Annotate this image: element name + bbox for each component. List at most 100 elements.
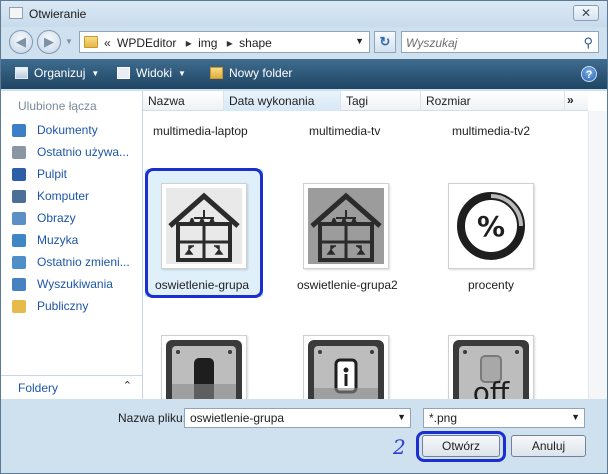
sidebar-item-documents[interactable]: Dokumenty <box>11 121 139 141</box>
folders-label: Foldery <box>18 381 59 395</box>
views-button[interactable]: Widoki ▼ <box>117 66 186 80</box>
file-item-procenty[interactable]: % <box>448 183 534 269</box>
forward-button[interactable]: ▶ <box>37 30 61 54</box>
column-header-tags[interactable]: Tagi <box>341 91 421 111</box>
new-folder-icon <box>210 67 223 79</box>
chevron-down-icon: ▼ <box>91 69 100 78</box>
sidebar-item-label: Publiczny <box>37 299 89 313</box>
views-label: Widoki <box>136 66 173 80</box>
address-bar[interactable]: « WPDEditor ▸ img ▸ shape ▼ <box>79 31 370 53</box>
new-folder-label: Nowy folder <box>229 66 293 80</box>
file-item-label[interactable]: multimedia-tv <box>309 124 380 138</box>
organize-button[interactable]: Organizuj ▼ <box>15 66 99 80</box>
filetype-value: *.png <box>429 411 458 425</box>
breadcrumb-overflow[interactable]: « <box>104 36 111 50</box>
desktop-icon <box>12 168 26 181</box>
filetype-select[interactable]: *.png ▼ <box>423 408 585 428</box>
recent-places-icon <box>12 146 26 159</box>
sidebar-item-label: Muzyka <box>37 233 79 247</box>
pictures-icon <box>12 212 26 225</box>
filename-label: Nazwa pliku: <box>118 411 187 425</box>
chevron-down-icon: ▼ <box>178 69 186 78</box>
breadcrumb-separator[interactable]: ▸ <box>186 36 192 50</box>
chevron-down-icon[interactable]: ▼ <box>571 412 580 422</box>
file-item-label[interactable]: oswietlenie-grupa2 <box>297 278 398 292</box>
annotation-number-2: 2 <box>393 435 406 459</box>
open-button[interactable]: Otwórz <box>422 435 500 457</box>
filename-value: oswietlenie-grupa <box>190 411 285 425</box>
search-box[interactable]: ⚲ <box>401 31 599 53</box>
recently-changed-icon <box>12 256 26 269</box>
back-button[interactable]: ◀ <box>9 30 33 54</box>
computer-icon <box>12 190 26 203</box>
column-header-name[interactable]: Nazwa <box>143 91 224 111</box>
percent-symbol: % <box>477 210 505 243</box>
organize-label: Organizuj <box>34 66 86 80</box>
sidebar-item-label: Komputer <box>37 189 90 203</box>
folder-icon <box>84 36 98 48</box>
file-name-panel: Nazwa pliku: oswietlenie-grupa ▼ *.png ▼… <box>1 399 607 473</box>
close-button[interactable]: ✕ <box>573 5 599 21</box>
more-columns-icon[interactable]: » <box>567 93 574 107</box>
command-bar: Organizuj ▼ Widoki ▼ Nowy folder ? <box>1 59 607 89</box>
column-header-date[interactable]: Data wykonania <box>224 91 341 111</box>
folders-toggle[interactable]: Foldery ⌃ <box>1 375 142 399</box>
file-item-slider[interactable] <box>161 335 247 399</box>
sidebar-item-label: Wyszukiwania <box>37 277 113 291</box>
filename-combobox[interactable]: oswietlenie-grupa ▼ <box>184 408 411 428</box>
switch-off-icon: off <box>453 340 529 399</box>
breadcrumb-wpdeditor[interactable]: WPDEditor <box>117 36 176 50</box>
column-headers: Nazwa Data wykonania Tagi Rozmiar » <box>143 91 588 111</box>
navigation-pane: Ulubione łącza Dokumenty Ostatnio używa.… <box>1 91 143 399</box>
window-title: Otwieranie <box>29 7 87 21</box>
sidebar-item-searches[interactable]: Wyszukiwania <box>11 275 139 295</box>
off-text: off <box>473 376 510 399</box>
breadcrumb-img[interactable]: img <box>198 36 217 50</box>
sidebar-item-recent-places[interactable]: Ostatnio używa... <box>11 143 139 163</box>
breadcrumb-separator[interactable]: ▸ <box>227 36 233 50</box>
sidebar-item-label: Ostatnio używa... <box>37 145 130 159</box>
file-item-switch-off[interactable]: off <box>448 335 534 399</box>
search-input[interactable] <box>406 35 574 50</box>
file-list: Nazwa Data wykonania Tagi Rozmiar » mult… <box>143 91 607 399</box>
sidebar-item-label: Obrazy <box>37 211 76 225</box>
sidebar-item-computer[interactable]: Komputer <box>11 187 139 207</box>
sidebar-item-public[interactable]: Publiczny <box>11 297 139 317</box>
navigation-bar: ◀ ▶ ▼ « WPDEditor ▸ img ▸ shape ▼ ↻ ⚲ <box>1 27 607 57</box>
breadcrumb-shape[interactable]: shape <box>239 36 272 50</box>
search-icon[interactable]: ⚲ <box>583 35 593 51</box>
breadcrumb: « WPDEditor ▸ img ▸ shape <box>104 36 275 50</box>
chevron-down-icon[interactable]: ▼ <box>397 412 406 422</box>
title-bar: Otwieranie ✕ <box>1 1 607 27</box>
searches-icon <box>12 278 26 291</box>
sidebar-item-label: Ostatnio zmieni... <box>37 255 130 269</box>
sidebar-item-music[interactable]: Muzyka <box>11 231 139 251</box>
cancel-button[interactable]: Anuluj <box>511 435 586 457</box>
sidebar-item-pictures[interactable]: Obrazy <box>11 209 139 229</box>
file-item-label[interactable]: multimedia-tv2 <box>452 124 530 138</box>
column-header-size[interactable]: Rozmiar <box>421 91 565 111</box>
open-file-dialog: Otwieranie ✕ ◀ ▶ ▼ « WPDEditor ▸ img ▸ s… <box>0 0 608 474</box>
sidebar-item-label: Pulpit <box>37 167 68 181</box>
chevron-up-icon: ⌃ <box>122 380 132 392</box>
slider-icon <box>166 340 242 399</box>
file-item-label[interactable]: procenty <box>468 278 514 292</box>
documents-icon <box>12 124 26 137</box>
file-item-switch[interactable] <box>303 335 389 399</box>
refresh-button[interactable]: ↻ <box>374 31 396 53</box>
percent-gauge-icon: % <box>453 188 529 264</box>
help-icon[interactable]: ? <box>581 66 597 82</box>
file-item-label[interactable]: multimedia-laptop <box>153 124 248 138</box>
new-folder-button[interactable]: Nowy folder <box>210 66 292 80</box>
favorite-links-heading: Ulubione łącza <box>18 99 97 113</box>
vertical-scrollbar[interactable] <box>588 111 607 399</box>
window-icon <box>9 7 23 19</box>
organize-icon <box>15 67 28 79</box>
sidebar-item-recently-changed[interactable]: Ostatnio zmieni... <box>11 253 139 273</box>
file-item-oswietlenie-grupa2[interactable] <box>303 183 389 269</box>
music-icon <box>12 234 26 247</box>
address-dropdown-icon[interactable]: ▼ <box>355 36 364 46</box>
recent-pages-dropdown[interactable]: ▼ <box>65 37 73 46</box>
public-folder-icon <box>12 300 26 313</box>
sidebar-item-desktop[interactable]: Pulpit <box>11 165 139 185</box>
